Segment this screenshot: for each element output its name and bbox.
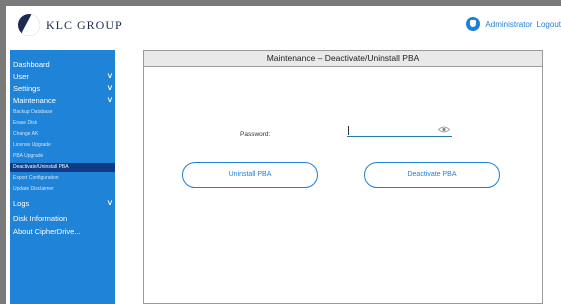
deactivate-pba-button[interactable]: Deactivate PBA [364,162,500,188]
sidebar-item-backup-database[interactable]: Backup Database [10,108,115,117]
logo-text: KLC GROUP [46,17,123,32]
chevron-down-icon[interactable]: ∨ [107,199,114,207]
sidebar-item-maintenance[interactable]: Maintenance ∨ [10,95,115,106]
sidebar-item-about-cipherdrive[interactable]: About CipherDrive... [10,226,115,237]
sidebar-item-label: License Upgrade [13,142,51,148]
eye-icon[interactable] [438,126,450,133]
sidebar-item-export-configuration[interactable]: Export Configuration [10,174,115,183]
sidebar-item-label: Change AK [13,131,39,137]
user-shield-icon [466,17,481,31]
chevron-down-icon[interactable]: ∨ [107,72,114,80]
header: KLC GROUP Administrator Logout [6,6,561,42]
sidebar: Dashboard User ∨ Settings ∨ Maintenance ∨ Backu… [10,50,115,304]
sidebar-item-pba-upgrade[interactable]: PBA Upgrade [10,152,115,161]
chevron-down-icon[interactable]: ∨ [107,96,114,104]
sidebar-item-label: Erase Disk [13,120,38,126]
sidebar-item-label: Maintenance [13,96,56,105]
sidebar-item-label: About CipherDrive... [13,227,81,236]
sidebar-item-label: Dashboard [13,60,50,69]
sidebar-item-change-ak[interactable]: Change AK [10,130,115,139]
sidebar-item-label: Disk Information [13,214,68,223]
main-panel: Maintenance – Deactivate/Uninstall PBA P… [143,50,543,304]
page-title: Maintenance – Deactivate/Uninstall PBA [144,51,542,67]
text-cursor [348,126,349,135]
sidebar-item-label: PBA Upgrade [13,153,44,159]
user-name[interactable]: Administrator [485,20,532,29]
sidebar-item-user[interactable]: User ∨ [10,71,115,82]
password-field [347,123,452,137]
logo[interactable]: KLC GROUP [18,14,123,36]
uninstall-pba-button[interactable]: Uninstall PBA [182,162,318,188]
sidebar-item-update-disclaimer[interactable]: Update Disclaimer [10,185,115,194]
sidebar-item-label: Deactivate/Uninstall PBA [13,164,69,170]
password-label: Password: [240,131,271,138]
sidebar-item-settings[interactable]: Settings ∨ [10,83,115,94]
sidebar-item-disk-information[interactable]: Disk Information [10,213,115,224]
sidebar-item-deactivate-uninstall-pba[interactable]: Deactivate/Uninstall PBA [10,163,115,172]
app-window: KLC GROUP Administrator Logout Dashboard… [6,6,561,304]
password-input[interactable] [347,123,452,137]
sidebar-item-label: Settings [13,84,41,93]
klc-logo-icon [18,14,40,36]
sidebar-item-label: Backup Database [13,109,53,115]
user-area: Administrator Logout [466,14,561,34]
sidebar-item-label: Export Configuration [13,175,59,181]
logout-link[interactable]: Logout [537,20,561,29]
sidebar-item-erase-disk[interactable]: Erase Disk [10,119,115,128]
sidebar-item-label: Update Disclaimer [13,186,54,192]
chevron-down-icon[interactable]: ∨ [107,84,114,92]
sidebar-item-license-upgrade[interactable]: License Upgrade [10,141,115,150]
sidebar-item-label: User [13,72,29,81]
sidebar-item-dashboard[interactable]: Dashboard [10,59,115,70]
sidebar-item-label: Logs [13,199,30,208]
sidebar-item-logs[interactable]: Logs ∨ [10,198,115,209]
